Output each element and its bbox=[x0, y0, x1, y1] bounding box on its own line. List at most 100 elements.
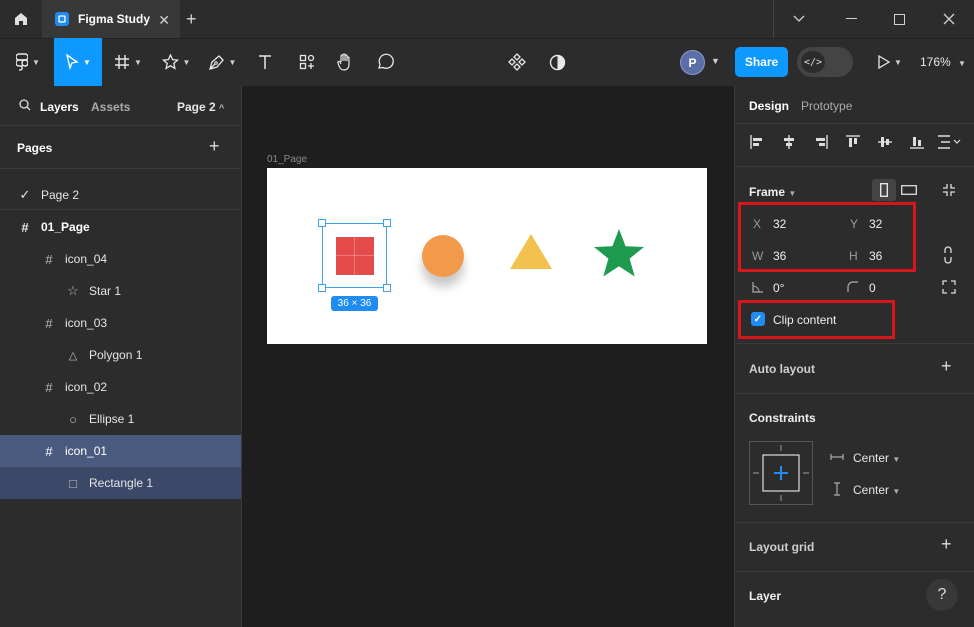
zoom-dropdown[interactable]: 176% ▼ bbox=[920, 55, 966, 69]
help-button[interactable]: ? bbox=[926, 579, 958, 611]
user-avatar[interactable]: P bbox=[680, 50, 705, 75]
layer-row-01-page[interactable]: # 01_Page bbox=[0, 211, 241, 243]
layer-row-icon-03[interactable]: # icon_03 bbox=[0, 307, 241, 339]
layer-row-icon-04[interactable]: # icon_04 bbox=[0, 243, 241, 275]
align-horizontal-center-icon[interactable] bbox=[781, 134, 797, 150]
resize-handle[interactable] bbox=[383, 219, 391, 227]
add-page-icon[interactable]: + bbox=[209, 136, 220, 157]
tab-prototype[interactable]: Prototype bbox=[801, 99, 852, 113]
new-tab-button[interactable]: + bbox=[186, 9, 197, 30]
align-right-icon[interactable] bbox=[813, 134, 829, 150]
search-layers-icon[interactable] bbox=[19, 99, 31, 114]
divider bbox=[734, 522, 974, 523]
layer-row-icon-01[interactable]: # icon_01 bbox=[0, 435, 241, 467]
chevron-down-icon: ▼ bbox=[788, 189, 797, 198]
frame-section-dropdown[interactable]: Frame ▼ bbox=[749, 185, 796, 199]
page-1-clipped: ‿ bbox=[40, 161, 60, 167]
w-input[interactable]: 36 bbox=[773, 249, 786, 263]
frame-tool[interactable]: ▼ bbox=[108, 38, 148, 86]
landscape-icon[interactable] bbox=[901, 185, 917, 195]
tab-close-icon[interactable]: ✕ bbox=[158, 12, 170, 29]
constraints-diagram-icon bbox=[753, 445, 809, 501]
divider bbox=[734, 166, 974, 167]
comment-bubble-icon bbox=[378, 53, 394, 69]
comment-tool[interactable] bbox=[370, 38, 400, 86]
align-bottom-icon[interactable] bbox=[909, 134, 925, 150]
rotation-input[interactable]: 0° bbox=[773, 281, 784, 295]
resize-handle[interactable] bbox=[318, 284, 326, 292]
home-button[interactable] bbox=[0, 0, 42, 38]
layer-row-polygon-1[interactable]: △ Polygon 1 bbox=[0, 339, 241, 371]
window-menu-chevron-icon[interactable] bbox=[774, 0, 824, 38]
document-tab[interactable]: Figma Study ✕ bbox=[42, 0, 180, 38]
constraints-widget[interactable] bbox=[749, 441, 813, 505]
present-button[interactable]: ▼ bbox=[870, 38, 910, 86]
frame-hash-icon bbox=[115, 55, 130, 69]
layer-row-star-1[interactable]: ☆ Star 1 bbox=[0, 275, 241, 307]
minimize-button[interactable] bbox=[826, 0, 876, 38]
resize-to-fit-icon[interactable] bbox=[942, 183, 956, 197]
x-label: X bbox=[753, 217, 762, 231]
resources-tool[interactable] bbox=[292, 38, 322, 86]
play-icon bbox=[878, 55, 891, 69]
frame-header-label: Frame bbox=[749, 185, 786, 199]
portrait-button[interactable] bbox=[872, 179, 896, 201]
align-vertical-center-icon[interactable] bbox=[877, 134, 893, 150]
tab-design[interactable]: Design bbox=[749, 99, 789, 113]
triangle-shape[interactable] bbox=[509, 233, 553, 271]
corner-radius-input[interactable]: 0 bbox=[869, 281, 876, 295]
clip-content-label: Clip content bbox=[773, 313, 837, 327]
frame-name-label[interactable]: 01_Page bbox=[267, 154, 307, 165]
tab-assets[interactable]: Assets bbox=[91, 100, 130, 114]
text-tool[interactable] bbox=[250, 38, 280, 86]
maximize-button[interactable] bbox=[874, 0, 924, 38]
independent-corners-icon[interactable] bbox=[942, 280, 956, 294]
layer-label: Star 1 bbox=[89, 284, 122, 298]
page-selector[interactable]: Page 2 ^ bbox=[177, 100, 224, 114]
dev-mode-toggle[interactable]: </> bbox=[797, 47, 853, 77]
frame-icon: # bbox=[45, 315, 53, 331]
component-button[interactable] bbox=[502, 38, 532, 86]
frame-icon: # bbox=[45, 379, 53, 395]
distribute-menu-icon[interactable] bbox=[937, 134, 961, 150]
auto-layout-header: Auto layout bbox=[749, 362, 815, 376]
tab-layers[interactable]: Layers bbox=[40, 100, 79, 114]
layer-row-icon-02[interactable]: # icon_02 bbox=[0, 371, 241, 403]
clip-content-checkbox[interactable]: ✓ bbox=[751, 312, 765, 326]
blend-mode-dropdown-clipped[interactable] bbox=[773, 620, 823, 627]
add-auto-layout-icon[interactable]: + bbox=[941, 356, 952, 377]
opacity-input-clipped[interactable] bbox=[893, 620, 923, 627]
page-item-page-2[interactable]: ✓ Page 2 bbox=[0, 179, 241, 211]
move-tool[interactable]: ▼ bbox=[54, 38, 102, 86]
star-shape[interactable] bbox=[592, 228, 646, 280]
close-window-button[interactable] bbox=[924, 0, 974, 38]
ellipse-shape[interactable] bbox=[422, 235, 464, 277]
avatar-chevron-icon[interactable]: ▼ bbox=[711, 56, 720, 66]
y-input[interactable]: 32 bbox=[869, 217, 882, 231]
share-button[interactable]: Share bbox=[735, 47, 788, 77]
h-input[interactable]: 36 bbox=[869, 249, 882, 263]
constrain-proportions-icon[interactable] bbox=[943, 246, 953, 264]
xywh-highlight-box bbox=[738, 202, 916, 272]
shape-tool[interactable]: ▼ bbox=[156, 38, 196, 86]
pen-tool[interactable]: ▼ bbox=[202, 38, 242, 86]
hand-tool[interactable] bbox=[330, 38, 360, 86]
horizontal-constraint-dropdown[interactable]: Center ▼ bbox=[853, 451, 900, 465]
main-menu-button[interactable]: ▼ bbox=[8, 38, 48, 86]
align-left-icon[interactable] bbox=[749, 134, 765, 150]
vertical-constraint-dropdown[interactable]: Center ▼ bbox=[853, 483, 900, 497]
page-selector-label: Page 2 bbox=[177, 100, 216, 114]
figma-file-icon bbox=[55, 12, 69, 26]
align-top-icon[interactable] bbox=[845, 134, 861, 150]
contrast-button[interactable] bbox=[542, 38, 572, 86]
x-input[interactable]: 32 bbox=[773, 217, 786, 231]
layer-row-rectangle-1[interactable]: □ Rectangle 1 bbox=[0, 467, 241, 499]
resize-handle[interactable] bbox=[318, 219, 326, 227]
layer-row-ellipse-1[interactable]: ○ Ellipse 1 bbox=[0, 403, 241, 435]
resize-handle[interactable] bbox=[383, 284, 391, 292]
size-badge: 36 × 36 bbox=[331, 296, 378, 311]
document-tab-title: Figma Study bbox=[78, 12, 151, 26]
add-layout-grid-icon[interactable]: + bbox=[941, 534, 952, 555]
horizontal-constraint-value: Center bbox=[853, 451, 890, 465]
code-brackets-icon: </> bbox=[801, 51, 825, 73]
